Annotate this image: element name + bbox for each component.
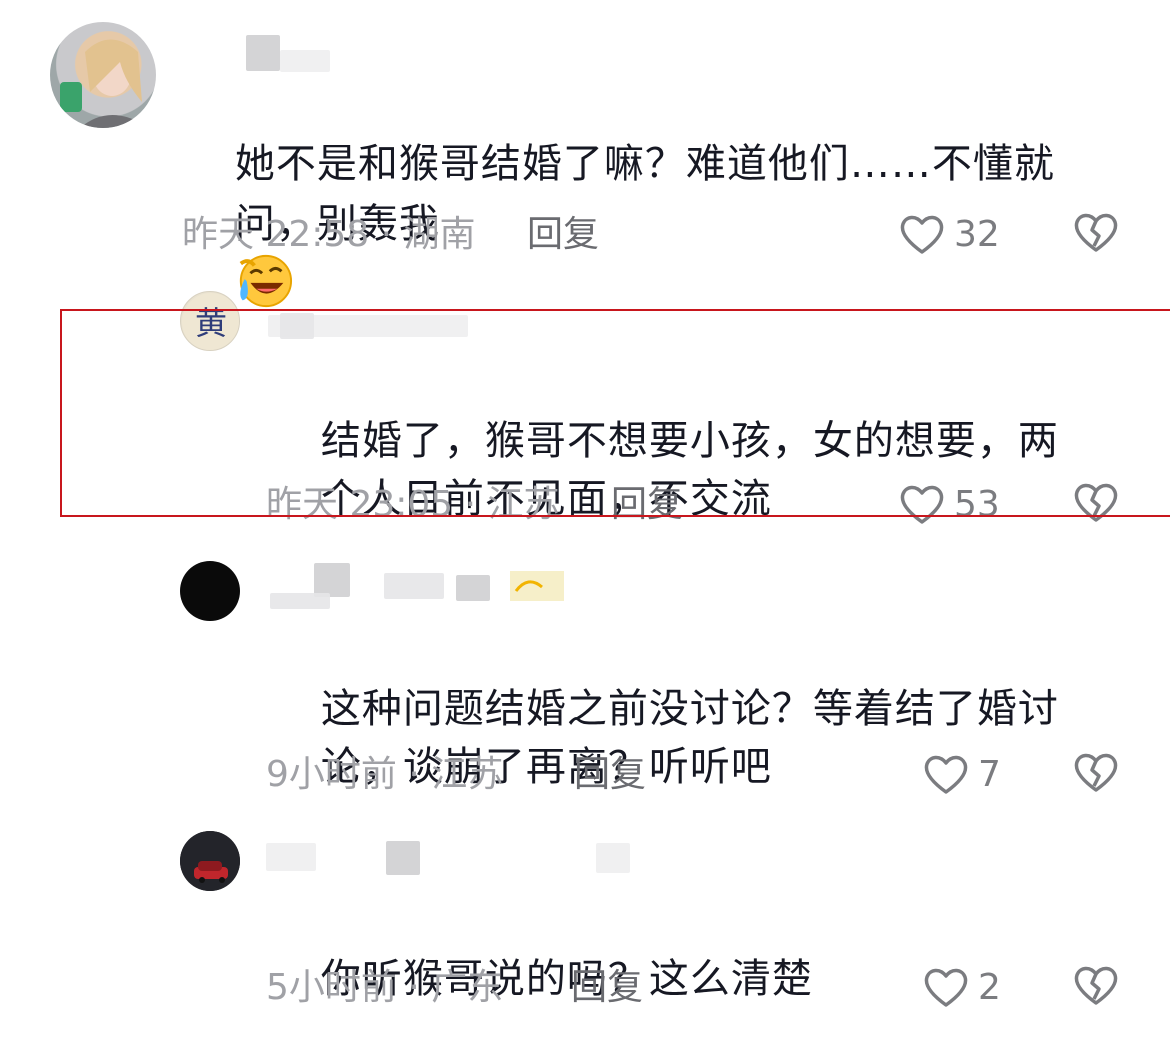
username-redacted [246,35,280,71]
reply-comment-item: 这种问题结婚之前没讨论？等着结了婚讨 论，谈崩了再离？听听吧 9小时前 · 江苏… [0,555,1170,815]
user-avatar-image [60,39,150,128]
dislike-button[interactable] [1072,480,1122,528]
like-count: 2 [978,966,1001,1008]
heart-outline-icon [924,755,968,794]
reply-button[interactable]: 回复 [527,215,599,255]
like-count: 53 [954,483,1000,525]
username-redacted [280,50,330,72]
reply-button[interactable]: 回复 [571,968,643,1008]
dislike-button[interactable] [1072,750,1122,798]
username-redacted [270,593,330,609]
comment-time: 昨天 22:58 [182,214,370,255]
username-redacted [386,841,420,875]
heart-outline-icon [900,485,944,524]
comment-meta: 9小时前 · 江苏 [266,755,503,795]
comment-item: 她不是和猴哥结婚了嘛？难道他们……不懂就 问，别轰我 昨天 22:58 · 湖南… [0,0,1170,308]
broken-heart-icon [1074,753,1118,792]
like-button[interactable]: 32 [898,210,1000,258]
username-redacted [596,843,630,873]
dislike-button[interactable] [1072,963,1122,1011]
heart-outline-icon [900,215,944,254]
broken-heart-icon [1074,966,1118,1005]
comment-location: · 江苏 [464,484,560,525]
comment-location: · 江苏 [408,754,504,795]
comment-meta: 昨天 23:05 · 江苏 [266,485,560,525]
comment-location: · 广东 [408,967,504,1008]
like-count: 7 [978,753,1001,795]
comment-meta: 昨天 22:58 · 湖南 [182,215,476,255]
comment-time: 5小时前 [266,967,397,1008]
avatar-character: 黄 [195,304,227,342]
broken-heart-icon [1074,213,1118,252]
comment-time: 昨天 23:05 [266,484,454,525]
broken-heart-icon [1074,483,1118,522]
like-button[interactable]: 7 [922,750,1001,798]
reply-button[interactable]: 回复 [611,485,683,525]
avatar[interactable] [180,561,240,621]
comment-meta: 5小时前 · 广东 [266,968,503,1008]
avatar[interactable]: 黄 [180,291,240,351]
emoji-icon [510,571,564,601]
avatar[interactable] [50,22,156,128]
username-redacted [456,575,490,601]
like-button[interactable]: 53 [898,480,1000,528]
heart-outline-icon [924,968,968,1007]
username-redacted [266,843,316,871]
user-avatar-image: 黄 [182,293,239,350]
comment-location: · 湖南 [380,214,476,255]
comment-time: 9小时前 [266,754,397,795]
like-button[interactable]: 2 [922,963,1001,1011]
reply-button[interactable]: 回复 [574,755,646,795]
dislike-button[interactable] [1072,210,1122,258]
username-redacted [384,573,444,599]
reply-comment-item: 黄 结婚了，猴哥不想要小孩，女的想要，两 个人目前不见面，不交流 昨天 23:0… [0,285,1170,525]
user-avatar-image [180,831,240,891]
username-redacted [314,563,350,597]
username-redacted [280,313,314,339]
avatar[interactable] [180,831,240,891]
like-count: 32 [954,213,1000,255]
reply-comment-item: 你听猴哥说的吗？这么清楚 5小时前 · 广东 回复 2 [0,825,1170,1035]
